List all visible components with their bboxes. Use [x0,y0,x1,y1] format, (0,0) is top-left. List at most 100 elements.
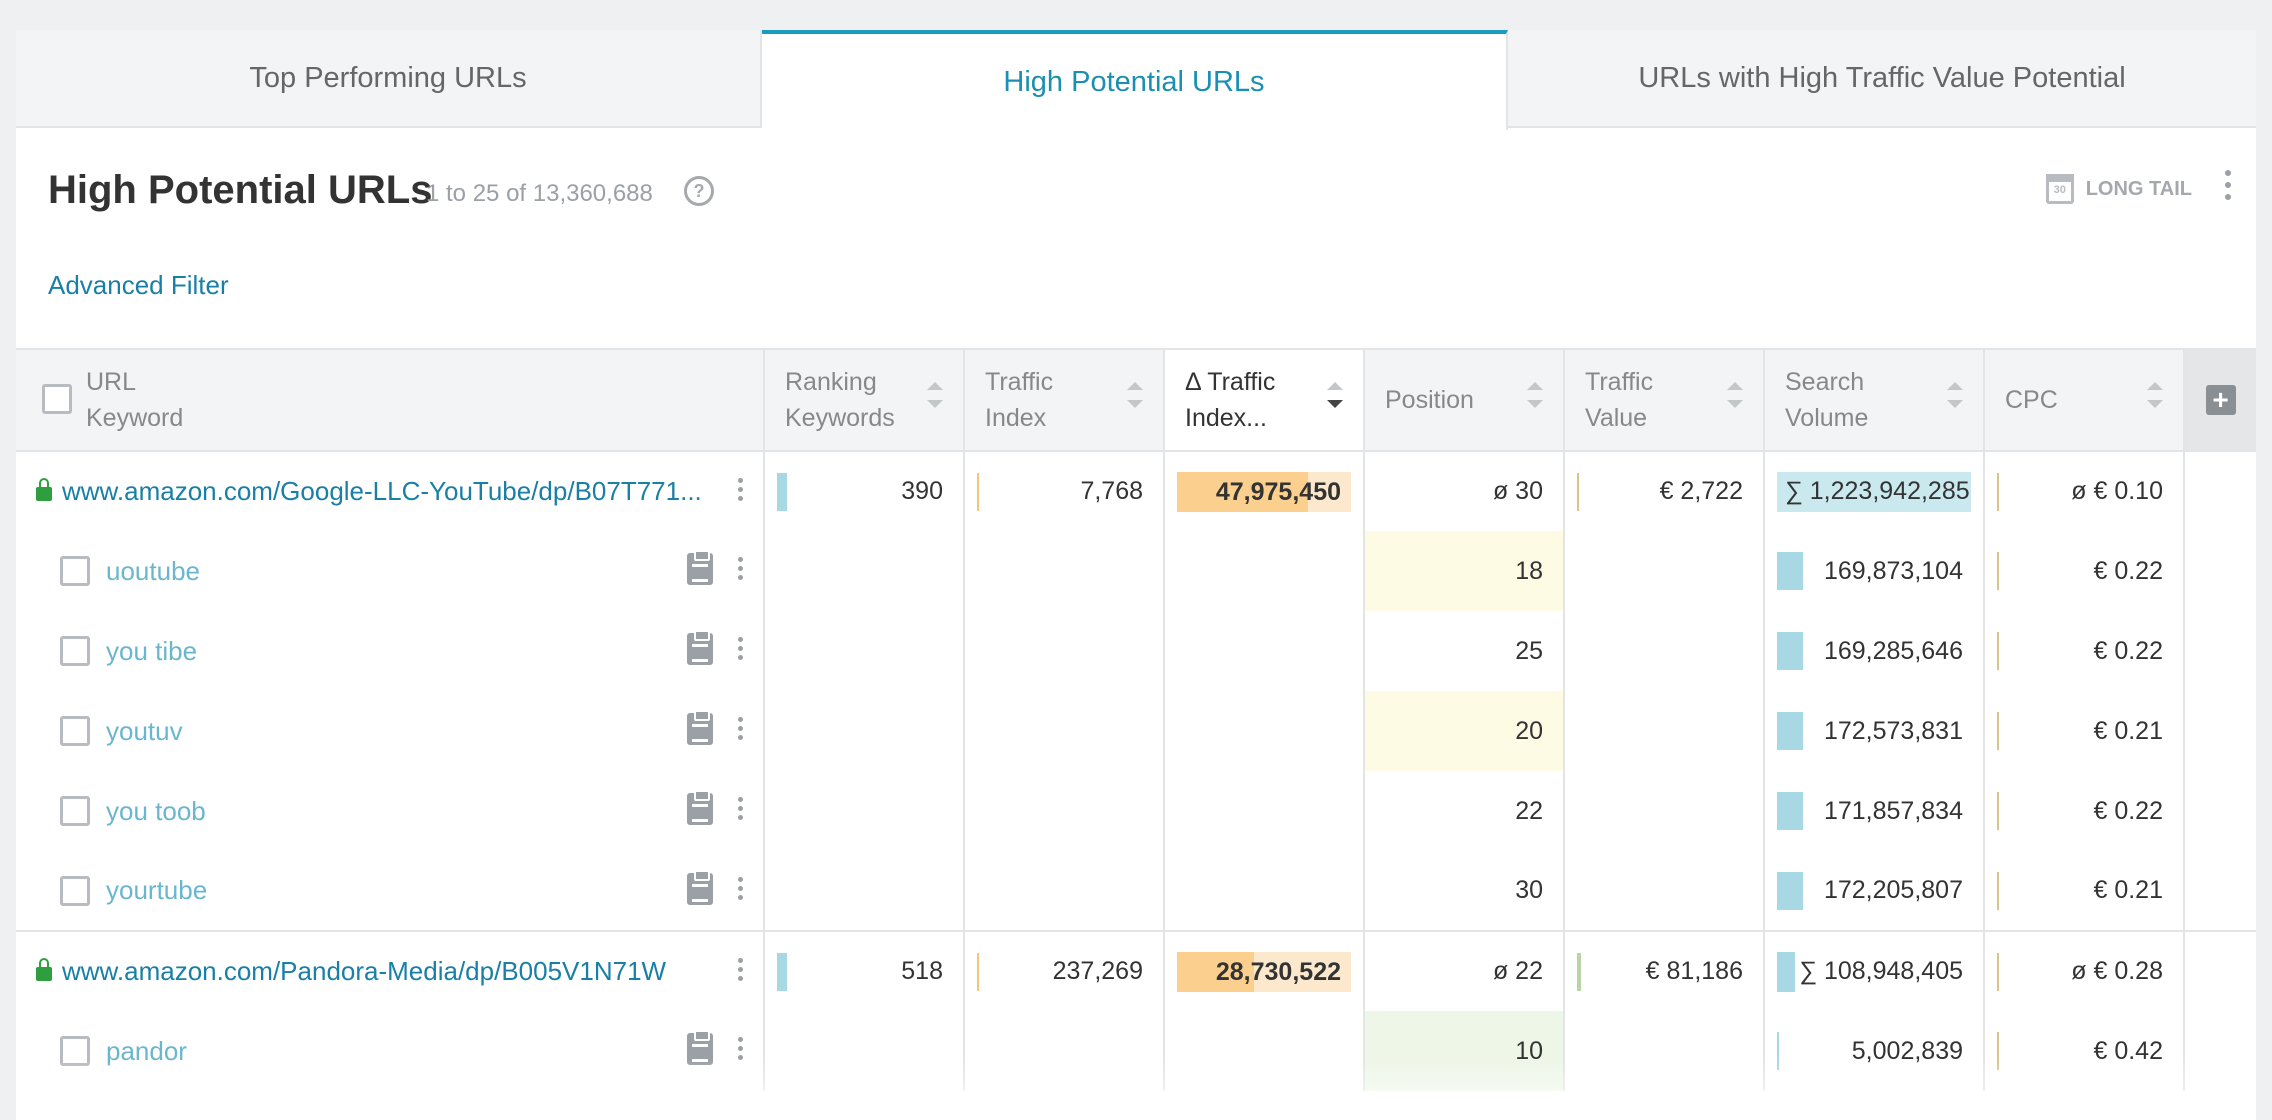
delta-traffic-index-cell: 28,730,522 [1164,930,1365,1011]
more-options-icon[interactable] [2224,170,2232,200]
position-value: 18 [1515,556,1543,585]
empty-cell [964,1011,1165,1091]
col-ranking-keywords-label-2: Keywords [785,404,895,432]
col-traffic-value[interactable]: Traffic Value [1564,348,1765,452]
table-header-row: URL Keyword Ranking Keywords Traffic Ind… [16,348,2256,452]
tab-high-potential-urls[interactable]: High Potential URLs [762,30,1508,130]
url-row[interactable]: www.amazon.com/Pandora-Media/dp/B005V1N7… [16,930,2256,1011]
col-ranking-keywords[interactable]: Ranking Keywords [764,348,965,452]
sort-icon[interactable] [1727,382,1743,408]
cpc-value: ø € 0.28 [2071,957,2163,985]
clipboard-icon[interactable] [687,710,713,745]
keyword-checkbox[interactable] [60,875,90,906]
delta-traffic-index-bar: 28,730,522 [1177,952,1351,992]
col-position-label: Position [1385,386,1474,414]
clipboard-icon[interactable] [687,550,713,585]
search-volume-cell: 172,573,831 [1764,691,1985,771]
keyword-link[interactable]: yourtube [106,875,207,905]
row-menu-icon[interactable] [738,958,743,981]
keyword-row[interactable]: you tibe 25 169,285,646 € 0.22 [16,611,2256,691]
keyword-row[interactable]: you toob 22 171,857,834 € 0.22 [16,771,2256,851]
url-link[interactable]: www.amazon.com/Google-LLC-YouTube/dp/B07… [62,476,702,507]
position-cell: 20 [1364,691,1565,771]
empty-cell [1564,771,1765,851]
col-delta-traffic-index[interactable]: Δ Traffic Index... [1164,348,1365,452]
add-column-cell: + [2184,348,2256,452]
position-value: 10 [1515,1036,1543,1065]
position-value: 20 [1515,716,1543,745]
keyword-checkbox[interactable] [60,796,90,826]
help-icon[interactable]: ? [684,176,714,206]
keyword-checkbox[interactable] [60,716,90,746]
clipboard-icon[interactable] [687,790,713,825]
col-traffic-index[interactable]: Traffic Index [964,348,1165,452]
keyword-link[interactable]: pandor [106,1036,187,1066]
keyword-checkbox[interactable] [60,636,90,666]
url-row[interactable]: www.amazon.com/Google-LLC-YouTube/dp/B07… [16,450,2256,531]
search-volume-bar [1777,872,1803,910]
search-volume-bar [1777,952,1795,992]
row-menu-icon[interactable] [738,478,743,501]
keyword-link[interactable]: you tibe [106,636,197,666]
cpc-cell: ø € 0.10 [1984,450,2185,531]
col-ranking-keywords-label-1: Ranking [785,368,877,396]
sort-icon[interactable] [1127,382,1143,408]
keyword-row[interactable]: yourtube 30 172,205,807 € 0.21 [16,851,2256,931]
page-title: High Potential URLs [48,168,433,212]
empty-cell [964,691,1165,771]
row-menu-icon[interactable] [738,717,743,740]
clipboard-icon[interactable] [687,870,713,905]
sort-icon[interactable] [927,382,943,408]
clipboard-icon[interactable] [687,1030,713,1065]
col-position[interactable]: Position [1364,348,1565,452]
position-value: 25 [1515,636,1543,665]
traffic-value-bar [1577,953,1581,991]
keyword-checkbox[interactable] [60,1036,90,1066]
row-menu-icon[interactable] [738,797,743,820]
empty-cell [764,691,965,771]
keyword-link[interactable]: you toob [106,796,206,826]
sort-icon[interactable] [1527,382,1543,408]
position-cell: 10 [1364,1011,1565,1091]
lock-icon [36,957,52,981]
empty-cell [964,771,1165,851]
select-all-checkbox[interactable] [42,384,72,414]
col-search-volume[interactable]: Search Volume [1764,348,1985,452]
add-column-icon[interactable]: + [2205,384,2236,415]
main-panel: Top Performing URLs High Potential URLs … [16,30,2256,1120]
sort-icon[interactable] [1947,382,1963,408]
ranking-keywords-value: 390 [901,477,943,505]
search-volume-value: 172,573,831 [1823,716,1963,745]
empty-cell [1564,531,1765,611]
url-link[interactable]: www.amazon.com/Pandora-Media/dp/B005V1N7… [62,956,666,987]
row-menu-icon[interactable] [738,1037,743,1060]
keyword-row[interactable]: uoutube 18 169,873,104 € 0.22 [16,531,2256,611]
advanced-filter-link[interactable]: Advanced Filter [48,270,229,301]
clipboard-icon[interactable] [687,630,713,665]
tab-bar: Top Performing URLs High Potential URLs … [16,30,2256,130]
lock-icon [36,477,52,501]
col-url-keyword: URL Keyword [16,348,765,452]
keyword-row[interactable]: pandor 10 5,002,839 € 0.42 [16,1011,2256,1091]
ranking-keywords-value: 518 [901,957,943,985]
col-cpc[interactable]: CPC [1984,348,2185,452]
keyword-checkbox[interactable] [60,556,90,586]
sort-icon[interactable] [2147,382,2163,408]
keyword-row[interactable]: youtuv 20 172,573,831 € 0.21 [16,691,2256,771]
cpc-value: € 0.22 [2093,556,2163,585]
tab-high-traffic-value-urls[interactable]: URLs with High Traffic Value Potential [1508,30,2256,126]
keyword-link[interactable]: uoutube [106,556,200,586]
tab-top-performing-urls[interactable]: Top Performing URLs [16,30,762,126]
search-volume-cell: ∑ 1,223,942,285 [1764,450,1985,531]
col-cpc-label: CPC [2005,386,2058,414]
empty-cell [764,531,965,611]
keyword-cell: yourtube [16,851,765,931]
row-menu-icon[interactable] [738,637,743,660]
row-menu-icon[interactable] [738,557,743,580]
row-menu-icon[interactable] [738,877,743,900]
sort-desc-active-icon[interactable] [1327,382,1343,408]
empty-cell [764,851,965,931]
keyword-link[interactable]: youtuv [106,716,183,746]
long-tail-button[interactable]: 30 LONG TAIL [2045,174,2192,204]
result-count: 1 to 25 of 13,360,688 [426,180,653,207]
